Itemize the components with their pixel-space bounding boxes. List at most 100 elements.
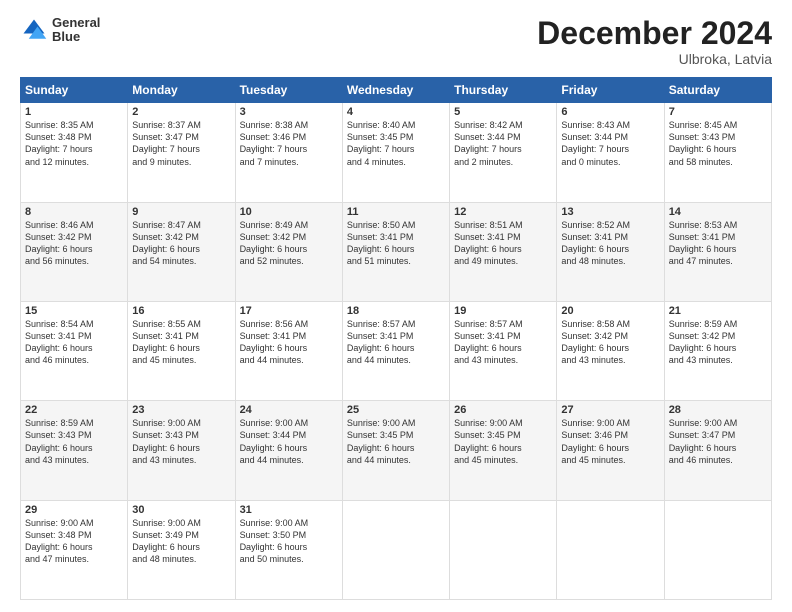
cell-info: Sunrise: 8:51 AM Sunset: 3:41 PM Dayligh…: [454, 219, 552, 268]
calendar-cell: 31Sunrise: 9:00 AM Sunset: 3:50 PM Dayli…: [235, 500, 342, 599]
col-header-monday: Monday: [128, 78, 235, 103]
calendar-cell: 11Sunrise: 8:50 AM Sunset: 3:41 PM Dayli…: [342, 202, 449, 301]
cell-info: Sunrise: 8:52 AM Sunset: 3:41 PM Dayligh…: [561, 219, 659, 268]
cell-info: Sunrise: 8:43 AM Sunset: 3:44 PM Dayligh…: [561, 119, 659, 168]
calendar-table: SundayMondayTuesdayWednesdayThursdayFrid…: [20, 77, 772, 600]
day-number: 26: [454, 404, 552, 416]
cell-info: Sunrise: 8:57 AM Sunset: 3:41 PM Dayligh…: [454, 318, 552, 367]
day-number: 23: [132, 404, 230, 416]
calendar-cell: 24Sunrise: 9:00 AM Sunset: 3:44 PM Dayli…: [235, 401, 342, 500]
calendar-cell: [450, 500, 557, 599]
col-header-sunday: Sunday: [21, 78, 128, 103]
calendar-cell: 5Sunrise: 8:42 AM Sunset: 3:44 PM Daylig…: [450, 103, 557, 202]
day-number: 10: [240, 206, 338, 218]
cell-info: Sunrise: 8:53 AM Sunset: 3:41 PM Dayligh…: [669, 219, 767, 268]
logo-line2: Blue: [52, 30, 100, 44]
cell-info: Sunrise: 9:00 AM Sunset: 3:43 PM Dayligh…: [132, 417, 230, 466]
calendar-cell: 8Sunrise: 8:46 AM Sunset: 3:42 PM Daylig…: [21, 202, 128, 301]
cell-info: Sunrise: 8:45 AM Sunset: 3:43 PM Dayligh…: [669, 119, 767, 168]
title-block: December 2024 Ulbroka, Latvia: [537, 16, 772, 67]
day-number: 16: [132, 305, 230, 317]
cell-info: Sunrise: 8:54 AM Sunset: 3:41 PM Dayligh…: [25, 318, 123, 367]
day-number: 6: [561, 106, 659, 118]
cell-info: Sunrise: 9:00 AM Sunset: 3:46 PM Dayligh…: [561, 417, 659, 466]
calendar-cell: 29Sunrise: 9:00 AM Sunset: 3:48 PM Dayli…: [21, 500, 128, 599]
calendar-cell: 18Sunrise: 8:57 AM Sunset: 3:41 PM Dayli…: [342, 301, 449, 400]
cell-info: Sunrise: 8:59 AM Sunset: 3:43 PM Dayligh…: [25, 417, 123, 466]
week-row-2: 8Sunrise: 8:46 AM Sunset: 3:42 PM Daylig…: [21, 202, 772, 301]
calendar-cell: 3Sunrise: 8:38 AM Sunset: 3:46 PM Daylig…: [235, 103, 342, 202]
calendar-cell: 19Sunrise: 8:57 AM Sunset: 3:41 PM Dayli…: [450, 301, 557, 400]
calendar-cell: 22Sunrise: 8:59 AM Sunset: 3:43 PM Dayli…: [21, 401, 128, 500]
cell-info: Sunrise: 9:00 AM Sunset: 3:44 PM Dayligh…: [240, 417, 338, 466]
day-number: 3: [240, 106, 338, 118]
cell-info: Sunrise: 8:57 AM Sunset: 3:41 PM Dayligh…: [347, 318, 445, 367]
week-row-4: 22Sunrise: 8:59 AM Sunset: 3:43 PM Dayli…: [21, 401, 772, 500]
logo: General Blue: [20, 16, 100, 45]
col-header-thursday: Thursday: [450, 78, 557, 103]
cell-info: Sunrise: 9:00 AM Sunset: 3:48 PM Dayligh…: [25, 517, 123, 566]
day-number: 18: [347, 305, 445, 317]
calendar-cell: 26Sunrise: 9:00 AM Sunset: 3:45 PM Dayli…: [450, 401, 557, 500]
day-number: 24: [240, 404, 338, 416]
cell-info: Sunrise: 9:00 AM Sunset: 3:45 PM Dayligh…: [347, 417, 445, 466]
day-number: 20: [561, 305, 659, 317]
calendar-cell: 15Sunrise: 8:54 AM Sunset: 3:41 PM Dayli…: [21, 301, 128, 400]
calendar-cell: 20Sunrise: 8:58 AM Sunset: 3:42 PM Dayli…: [557, 301, 664, 400]
calendar-cell: 2Sunrise: 8:37 AM Sunset: 3:47 PM Daylig…: [128, 103, 235, 202]
calendar-cell: 30Sunrise: 9:00 AM Sunset: 3:49 PM Dayli…: [128, 500, 235, 599]
cell-info: Sunrise: 8:46 AM Sunset: 3:42 PM Dayligh…: [25, 219, 123, 268]
page: General Blue December 2024 Ulbroka, Latv…: [0, 0, 792, 612]
cell-info: Sunrise: 8:49 AM Sunset: 3:42 PM Dayligh…: [240, 219, 338, 268]
subtitle: Ulbroka, Latvia: [537, 51, 772, 67]
main-title: December 2024: [537, 16, 772, 51]
col-header-tuesday: Tuesday: [235, 78, 342, 103]
calendar-cell: 25Sunrise: 9:00 AM Sunset: 3:45 PM Dayli…: [342, 401, 449, 500]
calendar-cell: 16Sunrise: 8:55 AM Sunset: 3:41 PM Dayli…: [128, 301, 235, 400]
calendar-cell: 7Sunrise: 8:45 AM Sunset: 3:43 PM Daylig…: [664, 103, 771, 202]
day-number: 22: [25, 404, 123, 416]
day-number: 4: [347, 106, 445, 118]
cell-info: Sunrise: 8:58 AM Sunset: 3:42 PM Dayligh…: [561, 318, 659, 367]
calendar-cell: 6Sunrise: 8:43 AM Sunset: 3:44 PM Daylig…: [557, 103, 664, 202]
calendar-cell: 17Sunrise: 8:56 AM Sunset: 3:41 PM Dayli…: [235, 301, 342, 400]
header: General Blue December 2024 Ulbroka, Latv…: [20, 16, 772, 67]
day-number: 27: [561, 404, 659, 416]
cell-info: Sunrise: 8:55 AM Sunset: 3:41 PM Dayligh…: [132, 318, 230, 367]
day-number: 12: [454, 206, 552, 218]
calendar-cell: [664, 500, 771, 599]
calendar-cell: [557, 500, 664, 599]
calendar-cell: 13Sunrise: 8:52 AM Sunset: 3:41 PM Dayli…: [557, 202, 664, 301]
day-number: 7: [669, 106, 767, 118]
day-number: 14: [669, 206, 767, 218]
calendar-cell: 12Sunrise: 8:51 AM Sunset: 3:41 PM Dayli…: [450, 202, 557, 301]
calendar-cell: 23Sunrise: 9:00 AM Sunset: 3:43 PM Dayli…: [128, 401, 235, 500]
calendar-cell: 28Sunrise: 9:00 AM Sunset: 3:47 PM Dayli…: [664, 401, 771, 500]
day-number: 21: [669, 305, 767, 317]
day-number: 30: [132, 504, 230, 516]
cell-info: Sunrise: 8:56 AM Sunset: 3:41 PM Dayligh…: [240, 318, 338, 367]
day-number: 2: [132, 106, 230, 118]
calendar-cell: 27Sunrise: 9:00 AM Sunset: 3:46 PM Dayli…: [557, 401, 664, 500]
day-number: 9: [132, 206, 230, 218]
cell-info: Sunrise: 8:38 AM Sunset: 3:46 PM Dayligh…: [240, 119, 338, 168]
calendar-cell: [342, 500, 449, 599]
day-number: 31: [240, 504, 338, 516]
day-number: 8: [25, 206, 123, 218]
logo-line1: General: [52, 16, 100, 30]
cell-info: Sunrise: 9:00 AM Sunset: 3:50 PM Dayligh…: [240, 517, 338, 566]
calendar-cell: 4Sunrise: 8:40 AM Sunset: 3:45 PM Daylig…: [342, 103, 449, 202]
col-header-wednesday: Wednesday: [342, 78, 449, 103]
logo-icon: [20, 16, 48, 44]
calendar-cell: 10Sunrise: 8:49 AM Sunset: 3:42 PM Dayli…: [235, 202, 342, 301]
cell-info: Sunrise: 8:50 AM Sunset: 3:41 PM Dayligh…: [347, 219, 445, 268]
day-number: 19: [454, 305, 552, 317]
day-number: 25: [347, 404, 445, 416]
calendar-cell: 1Sunrise: 8:35 AM Sunset: 3:48 PM Daylig…: [21, 103, 128, 202]
cell-info: Sunrise: 8:59 AM Sunset: 3:42 PM Dayligh…: [669, 318, 767, 367]
cell-info: Sunrise: 8:35 AM Sunset: 3:48 PM Dayligh…: [25, 119, 123, 168]
cell-info: Sunrise: 9:00 AM Sunset: 3:47 PM Dayligh…: [669, 417, 767, 466]
cell-info: Sunrise: 9:00 AM Sunset: 3:49 PM Dayligh…: [132, 517, 230, 566]
day-number: 28: [669, 404, 767, 416]
day-number: 11: [347, 206, 445, 218]
